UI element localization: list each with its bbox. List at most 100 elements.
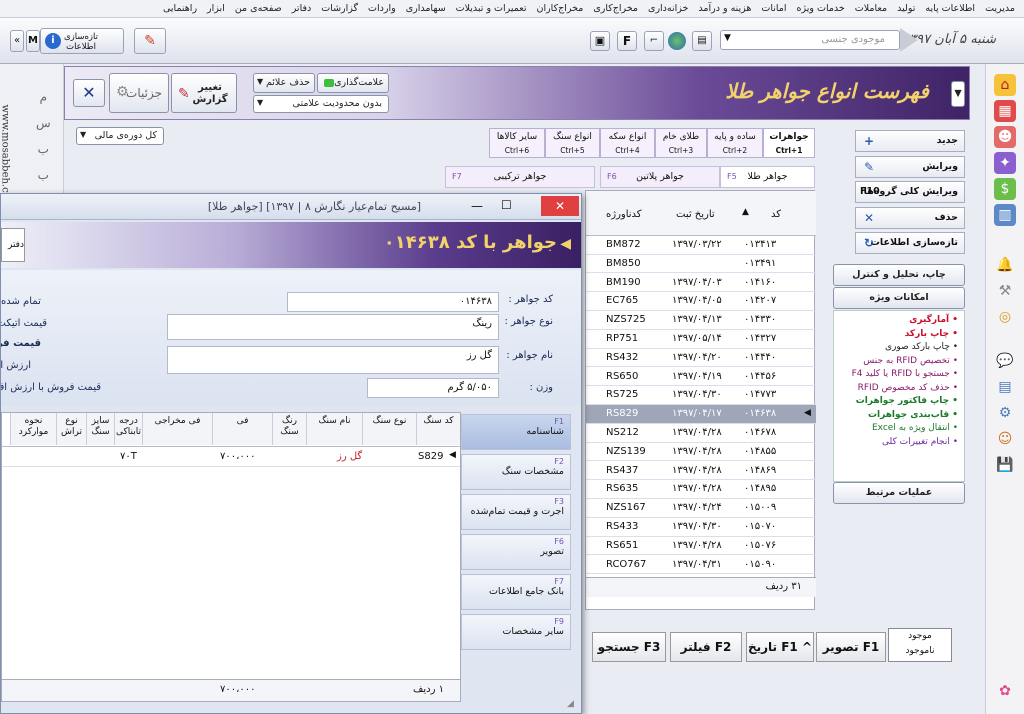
- special-option[interactable]: • چاپ بارکد: [834, 328, 964, 342]
- table-row[interactable]: ۰۱۳۴۹۱ BM850: [586, 255, 816, 274]
- tab-subcategory[interactable]: جواهر پلاتین F6: [600, 166, 720, 188]
- stone-column-header[interactable]: نوع تراش: [56, 413, 86, 445]
- stone-column-header[interactable]: سایز سنگ: [86, 413, 114, 445]
- stone-column-header[interactable]: درجه تابناکی: [114, 413, 142, 445]
- side-tab[interactable]: F2 مشخصات سنگ: [461, 454, 571, 490]
- action-button[interactable]: تازه‌سازی اطلاعات ↻: [855, 232, 965, 254]
- checklist-button[interactable]: ✎: [134, 28, 166, 54]
- image-button[interactable]: ▣: [590, 31, 610, 51]
- table-row[interactable]: ۰۱۴۶۷۸ ۱۳۹۷/۰۴/۲۸ NS212: [586, 424, 816, 443]
- special-option[interactable]: • تخصیص RFID به جنس: [834, 355, 964, 369]
- money-icon[interactable]: $: [994, 178, 1016, 200]
- related-ops-button[interactable]: عملیات مرتبط: [833, 482, 965, 504]
- flower-icon[interactable]: ✿: [994, 680, 1016, 702]
- table-row[interactable]: ۰۱۴۸۹۵ ۱۳۹۷/۰۴/۲۸ RS635: [586, 480, 816, 499]
- window-close-button[interactable]: ✕: [541, 196, 579, 216]
- text-button[interactable]: F: [617, 31, 637, 51]
- print-analyze-button[interactable]: چاپ، تحلیل و کنترل فهرست: [833, 264, 965, 300]
- screen-button[interactable]: ▤: [692, 31, 712, 51]
- table-row[interactable]: ۰۱۴۸۵۵ ۱۳۹۷/۰۴/۲۸ NZS139: [586, 443, 816, 462]
- side-tab[interactable]: F7 بانک جامع اطلاعات: [461, 574, 571, 610]
- stone-column-header[interactable]: نحوه موارکرد: [10, 413, 56, 445]
- table-row[interactable]: ۰۱۵۰۷۰ ۱۳۹۷/۰۴/۳۰ RS433: [586, 518, 816, 537]
- menu-item[interactable]: سهامداری: [401, 3, 451, 14]
- type-field[interactable]: رینگ: [167, 314, 499, 340]
- table-row[interactable]: ۰۱۴۳۳۰ ۱۳۹۷/۰۴/۱۳ NZS725: [586, 311, 816, 330]
- remove-marks-button[interactable]: ▼ حذف علائم: [253, 73, 315, 93]
- m-button[interactable]: M: [26, 30, 40, 52]
- name-field[interactable]: گل رز: [167, 346, 499, 374]
- table-row[interactable]: ۰۱۵۰۷۶ ۱۳۹۷/۰۴/۲۸ RS651: [586, 537, 816, 556]
- home-icon[interactable]: ⌂: [994, 74, 1016, 96]
- fiscal-period-select[interactable]: ▼ کل دوره‌ی مالی: [76, 127, 164, 145]
- special-option[interactable]: • حذف کد مخصوص RFID: [834, 382, 964, 396]
- tab-category[interactable]: جواهرات Ctrl+1: [763, 128, 815, 158]
- special-option[interactable]: • انجام تغییرات کلی: [834, 436, 964, 450]
- menu-item[interactable]: خدمات ویژه: [792, 3, 850, 14]
- stone-column-header[interactable]: رنگ سنگ: [272, 413, 306, 445]
- bank-icon[interactable]: ▥: [994, 204, 1016, 226]
- minimize-button[interactable]: —: [471, 199, 483, 213]
- special-option[interactable]: • چاپ فاکتور جواهرات: [834, 395, 964, 409]
- table-row[interactable]: ۰۱۳۴۱۳ ۱۳۹۷/۰۳/۲۲ BM872: [586, 236, 816, 255]
- tab-category[interactable]: سایر کالاها Ctrl+6: [489, 128, 545, 158]
- stone-column-header[interactable]: نام سنگ: [306, 413, 362, 445]
- table-row[interactable]: ۰۱۴۴۴۰ ۱۳۹۷/۰۴/۲۰ RS432: [586, 349, 816, 368]
- menu-item[interactable]: واردات: [363, 3, 401, 14]
- menu-item[interactable]: تعمیرات و تبدیلات: [451, 3, 532, 14]
- function-button[interactable]: تصویر F1: [816, 632, 886, 662]
- function-button[interactable]: جستجو F3: [592, 632, 666, 662]
- tools-icon[interactable]: ⚒: [994, 280, 1016, 302]
- chat-icon[interactable]: 💬: [994, 350, 1016, 372]
- menu-item[interactable]: دفاتر: [287, 3, 317, 14]
- menu-item[interactable]: خزانه‌داری: [643, 3, 693, 14]
- menu-item[interactable]: گزارشات: [316, 3, 363, 14]
- menu-item[interactable]: ابزار: [202, 3, 230, 14]
- marking-limit-select[interactable]: ▼ بدون محدودیت علامتی: [253, 95, 389, 113]
- code-field[interactable]: ۰۱۴۶۳۸: [287, 292, 499, 312]
- nav-next-button[interactable]: «: [10, 30, 24, 52]
- side-tab[interactable]: F6 تصویر: [461, 534, 571, 570]
- settings-icon[interactable]: ⚙: [994, 402, 1016, 424]
- special-option[interactable]: • جستجو با RFID یا کلید F4: [834, 368, 964, 382]
- tab-category[interactable]: ساده و پایه Ctrl+2: [707, 128, 763, 158]
- menu-item[interactable]: اطلاعات پایه: [920, 3, 980, 14]
- menu-item[interactable]: امانات: [756, 3, 791, 14]
- action-button[interactable]: ویرایش کلی گروه‌ها F10: [855, 181, 965, 203]
- column-header-date[interactable]: تاریخ ثبت: [676, 209, 715, 220]
- close-button[interactable]: ✕: [73, 79, 105, 107]
- menu-item[interactable]: مخراج‌کاران: [531, 3, 588, 14]
- special-option[interactable]: • انتقال ویژه به Excel: [834, 422, 964, 436]
- action-button[interactable]: حذف ✕: [855, 206, 965, 229]
- details-button[interactable]: ⚙ جزئیات: [109, 73, 169, 113]
- function-button[interactable]: فیلتر F2: [670, 632, 742, 662]
- save-icon[interactable]: 💾: [994, 454, 1016, 476]
- gender-inventory-dropdown[interactable]: موجودی جنسی ▼: [720, 30, 900, 50]
- office-button[interactable]: دفتر حساب: [1, 228, 25, 262]
- users-icon[interactable]: ☻: [994, 126, 1016, 148]
- column-header-barcode[interactable]: کدناورژه: [606, 209, 642, 220]
- menu-item[interactable]: صفحه‌ی من: [230, 3, 287, 14]
- menu-item[interactable]: معاملات: [850, 3, 892, 14]
- tab-category[interactable]: انواع سکه Ctrl+4: [600, 128, 655, 158]
- menu-item[interactable]: هزینه و درآمد: [693, 3, 756, 14]
- table-row[interactable]: ۰۱۴۸۶۹ ۱۳۹۷/۰۴/۲۸ RS437: [586, 462, 816, 481]
- menu-item[interactable]: تولید: [892, 3, 920, 14]
- weight-field[interactable]: ۵/۰۵۰ گرم: [367, 378, 499, 398]
- stone-column-header[interactable]: کد سنگ: [416, 413, 460, 445]
- special-features-button[interactable]: امکانات ویژه: [833, 287, 965, 309]
- tab-category[interactable]: انواع سنگ Ctrl+5: [545, 128, 600, 158]
- gift-icon[interactable]: ✦: [994, 152, 1016, 174]
- title-dropdown[interactable]: ▼: [951, 81, 965, 107]
- change-report-button[interactable]: ✎ تغییر گزارش: [171, 73, 237, 113]
- tab-category[interactable]: طلای خام Ctrl+3: [655, 128, 707, 158]
- special-option[interactable]: • چاپ بارکد صوری: [834, 341, 964, 355]
- stock-status-box[interactable]: موجود ناموجود: [888, 628, 952, 662]
- bell-icon[interactable]: 🔔: [994, 254, 1016, 276]
- function-button[interactable]: تاریخ F1 ^: [746, 632, 814, 662]
- globe-icon[interactable]: [668, 32, 686, 50]
- tab-subcategory[interactable]: جواهر طلا F5: [720, 166, 815, 188]
- table-row[interactable]: ۰۱۴۱۶۰ ۱۳۹۷/۰۴/۰۳ BM190: [586, 274, 816, 293]
- marking-button[interactable]: علامت‌گذاری: [317, 73, 389, 93]
- stone-row[interactable]: ◀ S829 گل رز ۷۰۰،۰۰۰ ۷۰T: [2, 447, 460, 467]
